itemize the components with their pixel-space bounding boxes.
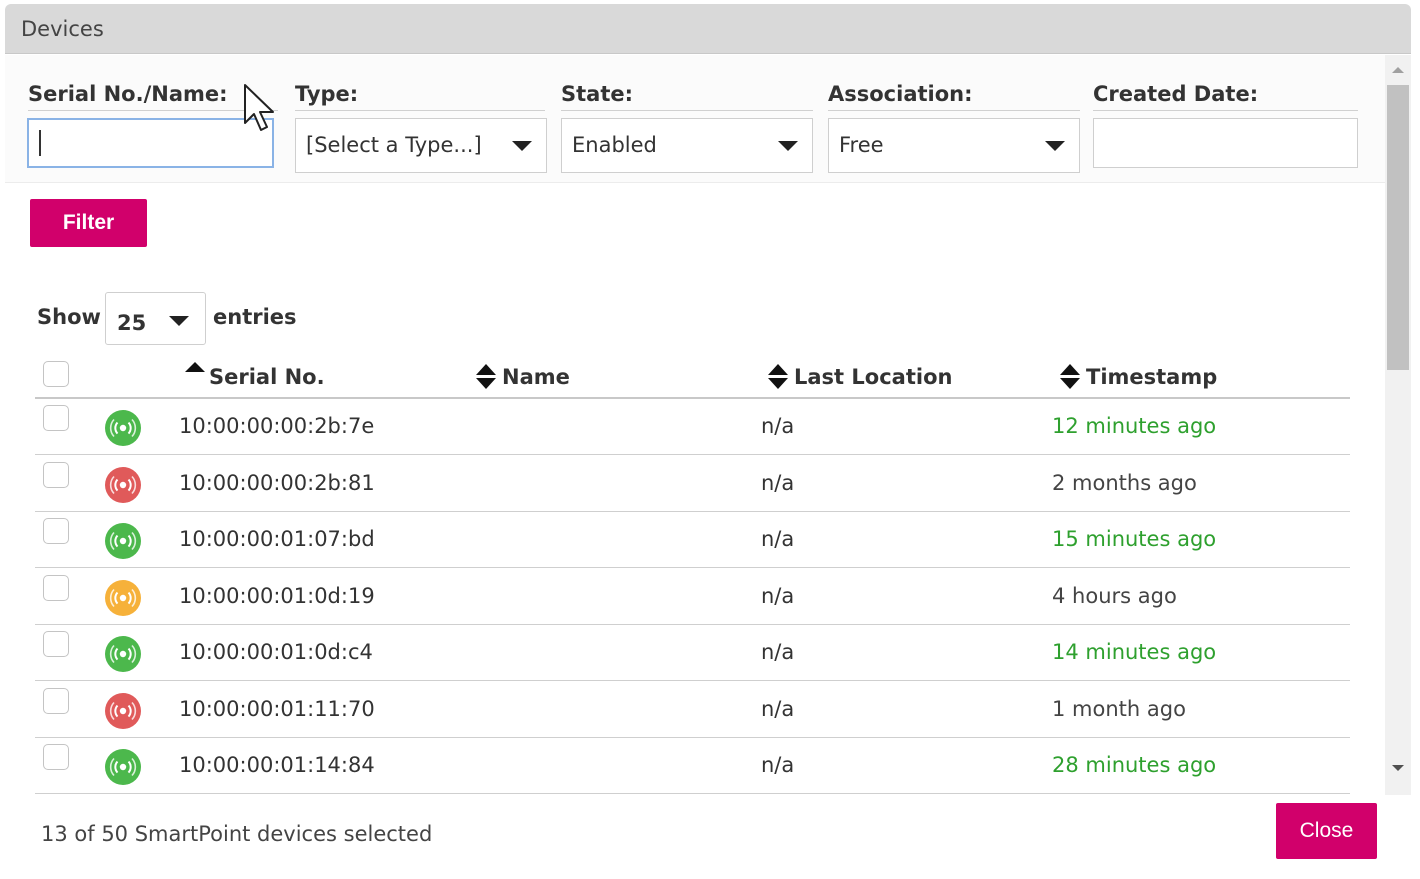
row-location: n/a [761,527,795,551]
created-date-label: Created Date: [1093,82,1358,111]
row-serial: 10:00:00:00:2b:81 [179,470,375,495]
row-checkbox[interactable] [43,518,69,544]
table-row[interactable]: 10:00:00:01:11:70 n/a 1 month ago [35,682,1350,738]
close-button[interactable]: Close [1276,803,1377,859]
column-serial-label: Serial No. [209,365,325,389]
dialog-title: Devices [21,17,104,41]
row-location: n/a [761,753,795,777]
column-serial[interactable]: Serial No. [185,362,325,389]
state-label: State: [561,82,813,111]
row-timestamp: 15 minutes ago [1052,527,1217,551]
signal-broadcast-icon [105,749,141,785]
chevron-down-icon [169,316,189,326]
table-row[interactable]: 10:00:00:01:14:84 n/a 28 minutes ago [35,738,1350,794]
row-serial: 10:00:00:01:07:bd [179,527,375,551]
created-date-input[interactable] [1093,118,1358,168]
row-serial: 10:00:00:01:11:70 [179,696,375,721]
row-timestamp: 4 hours ago [1052,583,1177,608]
column-name[interactable]: Name [476,364,570,391]
dialog-titlebar[interactable]: Devices [5,4,1411,54]
row-checkbox[interactable] [43,744,69,770]
state-select[interactable]: Enabled [561,118,813,173]
row-location: n/a [761,583,795,608]
row-serial: 10:00:00:01:0d:c4 [179,640,373,664]
row-serial: 10:00:00:00:2b:7e [179,414,375,438]
row-location: n/a [761,640,795,664]
scrollbar-thumb[interactable] [1387,85,1409,370]
row-serial: 10:00:00:01:14:84 [179,753,375,777]
type-select[interactable]: [Select a Type...] [295,118,547,173]
row-checkbox[interactable] [43,461,69,488]
signal-broadcast-icon [105,466,141,503]
devices-dialog: Devices Serial No./Name: Type: State: As… [5,4,1411,876]
entries-label: entries [213,305,297,329]
filter-button[interactable]: Filter [30,199,147,247]
sort-both-icon [476,364,496,391]
row-serial: 10:00:00:01:0d:19 [179,583,375,608]
serial-name-input[interactable] [27,118,274,168]
sort-both-icon [768,364,788,391]
table-row[interactable]: 10:00:00:00:2b:7e n/a 12 minutes ago [35,399,1350,455]
column-timestamp-label: Timestamp [1086,365,1218,389]
vertical-scrollbar[interactable] [1385,55,1411,795]
row-timestamp: 14 minutes ago [1052,640,1217,664]
column-timestamp[interactable]: Timestamp [1060,364,1218,391]
page-size-select[interactable]: 25 [105,292,206,345]
signal-broadcast-icon [105,410,141,446]
chevron-down-icon [778,141,798,151]
serial-name-label: Serial No./Name: [28,82,278,111]
association-label: Association: [828,82,1080,111]
signal-broadcast-icon [105,692,141,729]
sort-up-icon [185,362,205,385]
page-size-value: 25 [117,311,147,335]
row-checkbox[interactable] [43,631,69,657]
table-row[interactable]: 10:00:00:01:0d:19 n/a 4 hours ago [35,569,1350,625]
row-checkbox[interactable] [43,405,69,431]
signal-broadcast-icon [105,579,141,616]
signal-broadcast-icon [105,636,141,672]
select-all-checkbox[interactable] [43,361,69,387]
scroll-up-icon[interactable] [1392,67,1404,73]
table-header: Serial No. Name Last Location Timestamp [35,353,1350,399]
mouse-cursor-icon [244,84,274,131]
scroll-down-icon[interactable] [1392,765,1404,771]
row-timestamp: 12 minutes ago [1052,414,1217,438]
state-select-value: Enabled [572,133,657,157]
type-label: Type: [295,82,545,111]
row-checkbox[interactable] [43,687,69,714]
row-location: n/a [761,470,795,495]
table-row[interactable]: 10:00:00:01:0d:c4 n/a 14 minutes ago [35,625,1350,681]
table-row[interactable]: 10:00:00:01:07:bd n/a 15 minutes ago [35,512,1350,568]
type-select-value: [Select a Type...] [306,133,482,157]
row-checkbox[interactable] [43,574,69,601]
signal-broadcast-icon [105,523,141,559]
row-timestamp: 1 month ago [1052,696,1186,721]
association-select[interactable]: Free [828,118,1080,173]
column-name-label: Name [502,365,570,389]
row-location: n/a [761,696,795,721]
sort-both-icon [1060,364,1080,391]
row-timestamp: 2 months ago [1052,470,1197,495]
column-last-location-label: Last Location [794,365,953,389]
dialog-content: Serial No./Name: Type: State: Associatio… [5,55,1385,795]
show-label: Show [37,305,101,329]
table-row[interactable]: 10:00:00:00:2b:81 n/a 2 months ago [35,456,1350,512]
text-caret [39,130,41,156]
chevron-down-icon [512,141,532,151]
row-location: n/a [761,414,795,438]
association-select-value: Free [839,133,884,157]
row-timestamp: 28 minutes ago [1052,753,1217,777]
column-last-location[interactable]: Last Location [768,364,953,391]
selection-count: 13 of 50 SmartPoint devices selected [41,822,433,846]
chevron-down-icon [1045,141,1065,151]
